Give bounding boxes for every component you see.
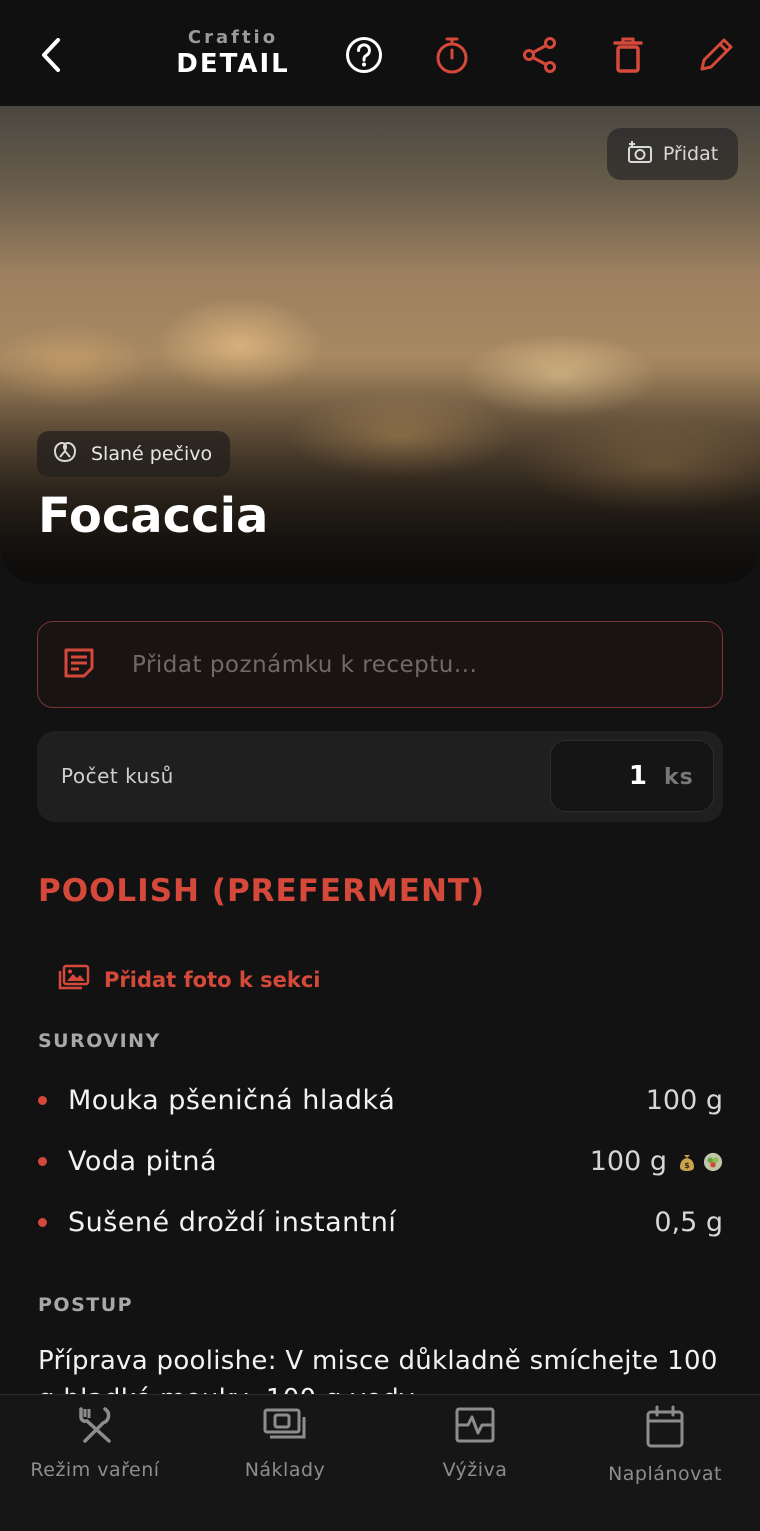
- tab-label: Režim vaření: [30, 1459, 160, 1481]
- servings-row: Počet kusů 1 ks: [37, 731, 723, 822]
- share-icon[interactable]: [515, 30, 565, 80]
- ingredient-name: Mouka pšeničná hladká: [68, 1085, 396, 1116]
- tab-schedule[interactable]: Naplánovat: [570, 1405, 760, 1485]
- recipe-title: Focaccia: [38, 488, 269, 544]
- ingredient-name: Sušené droždí instantní: [68, 1207, 397, 1238]
- bullet: [38, 1218, 47, 1227]
- edit-icon[interactable]: [691, 30, 741, 80]
- image-gallery-icon: [58, 964, 90, 995]
- bullet: [38, 1157, 47, 1166]
- tab-label: Náklady: [244, 1459, 326, 1481]
- top-bar: Craftio DETAIL: [0, 0, 760, 106]
- tab-label: Naplánovat: [608, 1463, 722, 1485]
- ingredient-amount-row: 100 g: [646, 1085, 723, 1116]
- add-photo-button[interactable]: Přidat: [607, 128, 738, 180]
- bottom-navigation: Režim vaření Náklady Výživa Naplánovat: [0, 1394, 760, 1531]
- page-title: DETAIL: [176, 49, 290, 79]
- section-title: POOLISH (PREFERMENT): [38, 873, 486, 909]
- list-item[interactable]: Mouka pšeničná hladká 100 g: [38, 1070, 723, 1131]
- salad-icon: [703, 1152, 723, 1172]
- tab-nutrition[interactable]: Výživa: [380, 1405, 570, 1481]
- ingredients-heading: SUROVINY: [38, 1030, 161, 1052]
- ingredient-amount: 0,5 g: [654, 1207, 723, 1238]
- ingredient-amount-row: 0,5 g: [654, 1207, 723, 1238]
- app-brand: Craftio DETAIL: [160, 28, 306, 80]
- brand-name: Craftio: [187, 27, 279, 48]
- list-item[interactable]: Voda pitná 100 g $: [38, 1131, 723, 1192]
- cooking-mode-icon: [75, 1405, 115, 1449]
- category-label: Slané pečivo: [91, 443, 213, 465]
- servings-value: 1: [628, 761, 647, 791]
- trash-icon[interactable]: [603, 30, 653, 80]
- procedure-heading: POSTUP: [38, 1294, 134, 1316]
- pretzel-icon: [53, 441, 77, 468]
- note-placeholder: Přidat poznámku k receptu...: [132, 651, 478, 678]
- add-camera-icon: [627, 140, 653, 169]
- bullet: [38, 1096, 47, 1105]
- add-section-photo-label: Přidat foto k sekci: [104, 967, 321, 992]
- calendar-icon: [645, 1405, 685, 1453]
- money-bag-icon: $: [677, 1152, 697, 1172]
- servings-input[interactable]: 1 ks: [550, 740, 714, 812]
- add-photo-label: Přidat: [662, 143, 719, 165]
- servings-unit: ks: [664, 765, 694, 790]
- servings-label: Počet kusů: [61, 764, 174, 788]
- tab-costs[interactable]: Náklady: [190, 1405, 380, 1481]
- nutrition-icon: [454, 1405, 496, 1449]
- note-icon: [62, 646, 96, 684]
- tab-cooking-mode[interactable]: Režim vaření: [0, 1405, 190, 1481]
- list-item[interactable]: Sušené droždí instantní 0,5 g: [38, 1192, 723, 1253]
- ingredient-name: Voda pitná: [68, 1146, 218, 1177]
- costs-icon: [262, 1405, 308, 1449]
- ingredient-list: Mouka pšeničná hladká 100 g Voda pitná 1…: [38, 1070, 723, 1253]
- ingredient-amount: 100 g: [589, 1146, 667, 1177]
- timer-icon[interactable]: [427, 30, 477, 80]
- help-icon[interactable]: [339, 30, 389, 80]
- add-section-photo-button[interactable]: Přidat foto k sekci: [58, 964, 320, 995]
- category-badge: Slané pečivo: [37, 431, 231, 477]
- back-icon[interactable]: [26, 30, 76, 80]
- tab-label: Výživa: [442, 1459, 508, 1481]
- svg-text:$: $: [684, 1161, 690, 1170]
- recipe-note-field[interactable]: Přidat poznámku k receptu...: [37, 621, 723, 708]
- ingredient-amount: 100 g: [645, 1085, 723, 1116]
- ingredient-amount-row: 100 g $: [590, 1146, 723, 1177]
- recipe-hero-image: Přidat Slané pečivo Focaccia: [0, 106, 760, 584]
